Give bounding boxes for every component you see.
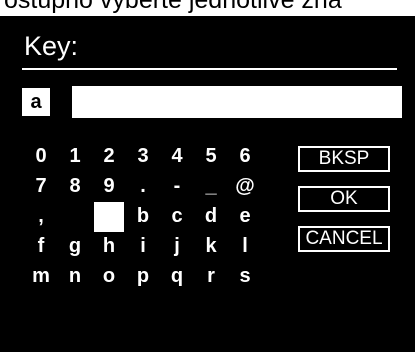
key-blank[interactable] (58, 202, 92, 232)
key-h[interactable]: h (92, 232, 126, 262)
key-c[interactable]: c (160, 202, 194, 232)
page-caption: ostupno vyberte jednotlivé zna (4, 0, 342, 14)
key-5[interactable]: 5 (194, 142, 228, 172)
key-s[interactable]: s (228, 262, 262, 292)
key-at[interactable]: @ (228, 172, 262, 202)
key-comma[interactable]: , (24, 202, 58, 232)
backspace-button[interactable]: BKSP (298, 146, 390, 172)
key-d[interactable]: d (194, 202, 228, 232)
key-8[interactable]: 8 (58, 172, 92, 202)
key-6[interactable]: 6 (228, 142, 262, 172)
selected-character: a (22, 88, 50, 116)
key-4[interactable]: 4 (160, 142, 194, 172)
key-3[interactable]: 3 (126, 142, 160, 172)
key-e[interactable]: e (228, 202, 262, 232)
key-o[interactable]: o (92, 262, 126, 292)
key-space-focused[interactable] (94, 202, 124, 232)
key-underscore[interactable]: _ (194, 172, 228, 202)
title-divider (22, 68, 397, 70)
key-n[interactable]: n (58, 262, 92, 292)
key-0[interactable]: 0 (24, 142, 58, 172)
key-m[interactable]: m (24, 262, 58, 292)
key-f[interactable]: f (24, 232, 58, 262)
key-g[interactable]: g (58, 232, 92, 262)
key-r[interactable]: r (194, 262, 228, 292)
key-period[interactable]: . (126, 172, 160, 202)
ok-button[interactable]: OK (298, 186, 390, 212)
key-text-field[interactable] (72, 86, 402, 118)
key-j[interactable]: j (160, 232, 194, 262)
cancel-button[interactable]: CANCEL (298, 226, 390, 252)
character-keyboard: 0 1 2 3 4 5 6 7 8 9 . - _ @ , b c d e f … (24, 142, 262, 292)
key-q[interactable]: q (160, 262, 194, 292)
screen-title: Key: (24, 31, 79, 61)
key-l[interactable]: l (228, 232, 262, 262)
key-1[interactable]: 1 (58, 142, 92, 172)
key-p[interactable]: p (126, 262, 160, 292)
key-k[interactable]: k (194, 232, 228, 262)
key-2[interactable]: 2 (92, 142, 126, 172)
key-entry-screen: Key: a 0 1 2 3 4 5 6 7 8 9 . - _ @ , b c… (0, 16, 415, 352)
key-9[interactable]: 9 (92, 172, 126, 202)
key-b[interactable]: b (126, 202, 160, 232)
key-i[interactable]: i (126, 232, 160, 262)
key-7[interactable]: 7 (24, 172, 58, 202)
key-hyphen[interactable]: - (160, 172, 194, 202)
